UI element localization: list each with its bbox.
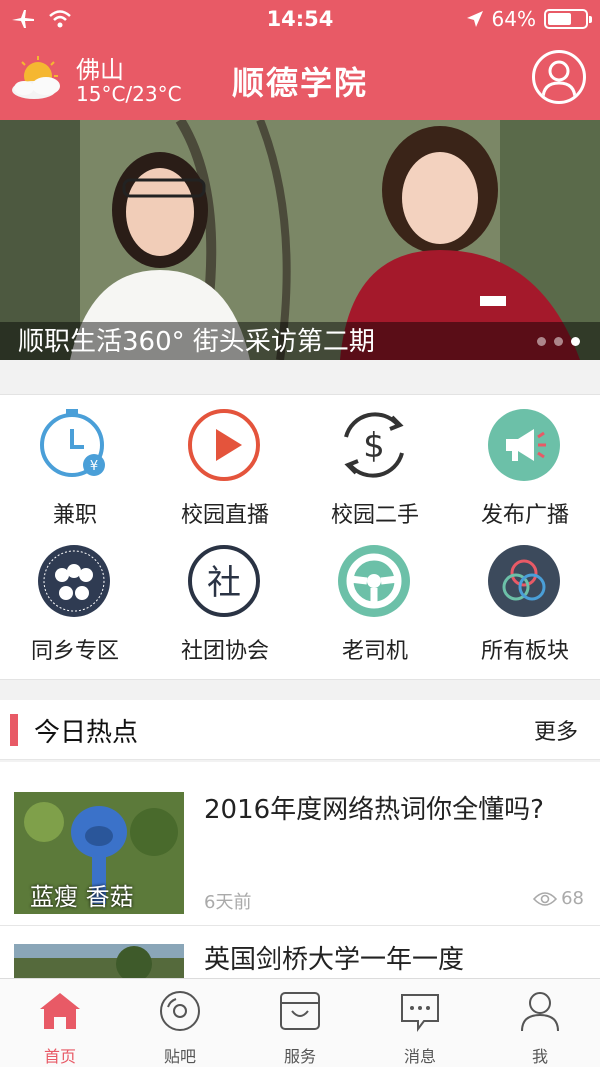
battery-fill [548,13,572,25]
eye-icon [533,891,558,906]
partly-cloudy-icon [12,56,60,99]
svg-text:$: $ [363,426,385,466]
banner-caption: 顺职生活360° 街头采访第二期 [18,327,375,357]
carousel-dot-active[interactable] [571,337,580,346]
thumbnail-caption: 蓝瘦 香菇 [30,883,134,911]
grid-item-post-broadcast[interactable]: 发布广播 [450,395,600,529]
grid-label: 老司机 [341,639,408,664]
weather-temperature: 15°C/23°C [76,82,182,106]
news-item[interactable]: 蓝瘦 香菇 2016年度网络热词你全懂吗? 6天前 68 [0,762,600,926]
basket-icon [280,992,320,1030]
people-group-icon [38,545,110,617]
tab-forum[interactable]: 贴吧 [120,979,240,1067]
news-title: 英国剑桥大学一年一度 [204,945,465,975]
section-accent-bar [10,714,18,746]
grid-label: 社团协会 [180,639,269,664]
home-icon [40,993,80,1029]
grid-label: 所有板块 [480,639,569,664]
profile-avatar-button[interactable] [532,50,586,104]
news-thumbnail: 蓝瘦 香菇 [14,792,184,914]
user-icon [521,992,559,1032]
clock-money-icon: ¥ [40,409,105,477]
grid-label: 校园二手 [330,503,419,528]
tab-label: 消息 [403,1047,436,1066]
section-title: 今日热点 [34,718,139,748]
chat-bubble-icon [401,994,439,1032]
cambridge-image [14,944,184,980]
tab-messages[interactable]: 消息 [360,979,480,1067]
carousel-dot[interactable] [537,337,546,346]
user-silhouette-icon [541,60,577,100]
status-bar: 14:54 64% [0,0,600,40]
club-icon: 社 [188,545,260,617]
disc-icon [160,991,200,1031]
more-link[interactable]: 更多 [534,714,578,746]
grid-item-part-time[interactable]: ¥ 兼职 [0,395,150,529]
grid-item-hometown[interactable]: 同乡专区 [0,531,150,665]
location-arrow-icon [466,11,483,27]
all-boards-icon [488,545,560,617]
news-item[interactable]: 英国剑桥大学一年一度 [0,928,600,980]
tab-services[interactable]: 服务 [240,979,360,1067]
news-thumbnail [14,944,184,980]
news-time: 6天前 [204,892,252,913]
steering-wheel-icon [338,545,410,617]
category-grid: ¥ 兼职 校园直播 $ 校园二手 发布广播 同乡专区 社 社团协会 老司机 所有… [0,394,600,680]
grid-label: 校园直播 [180,503,269,528]
svg-text:社: 社 [207,563,241,603]
megaphone-icon [488,409,560,481]
page-title: 顺德学院 [231,64,368,102]
views-count: 68 [561,888,584,909]
tab-label: 服务 [283,1047,316,1066]
battery-icon [544,9,592,29]
grid-label: 兼职 [52,503,97,528]
carousel-dot[interactable] [554,337,563,346]
tab-me[interactable]: 我 [480,979,600,1067]
tab-label: 贴吧 [163,1047,196,1066]
tab-label: 首页 [43,1047,76,1066]
grid-label: 同乡专区 [30,639,119,664]
play-icon [188,409,260,481]
tab-home[interactable]: 首页 [0,979,120,1067]
tab-label: 我 [531,1047,548,1066]
battery-percent: 64% [491,7,536,31]
status-right: 64% [466,7,592,31]
grid-item-campus-live[interactable]: 校园直播 [150,395,300,529]
grid-item-clubs[interactable]: 社 社团协会 [150,531,300,665]
grid-label: 发布广播 [480,503,569,528]
carousel-dots [537,337,580,346]
grid-item-campus-secondhand[interactable]: $ 校园二手 [300,395,450,529]
news-feed: 蓝瘦 香菇 2016年度网络热词你全懂吗? 6天前 68 英国剑桥大学一年一度 [0,762,600,980]
grid-item-all-boards[interactable]: 所有板块 [450,531,600,665]
bottom-tab-bar: 首页 贴吧 服务 消息 我 [0,978,600,1067]
svg-text:¥: ¥ [90,459,98,474]
news-views: 68 [533,888,584,909]
weather-city: 佛山 [76,56,124,84]
grid-item-old-driver[interactable]: 老司机 [300,531,450,665]
hot-section-header: 今日热点 更多 [0,700,600,760]
banner-carousel[interactable]: 顺职生活360° 街头采访第二期 [0,120,600,360]
news-title: 2016年度网络热词你全懂吗? [204,795,544,825]
app-header: 14:54 64% 佛山 15°C/23°C 顺德学院 [0,0,600,120]
dollar-cycle-icon: $ [344,412,404,478]
